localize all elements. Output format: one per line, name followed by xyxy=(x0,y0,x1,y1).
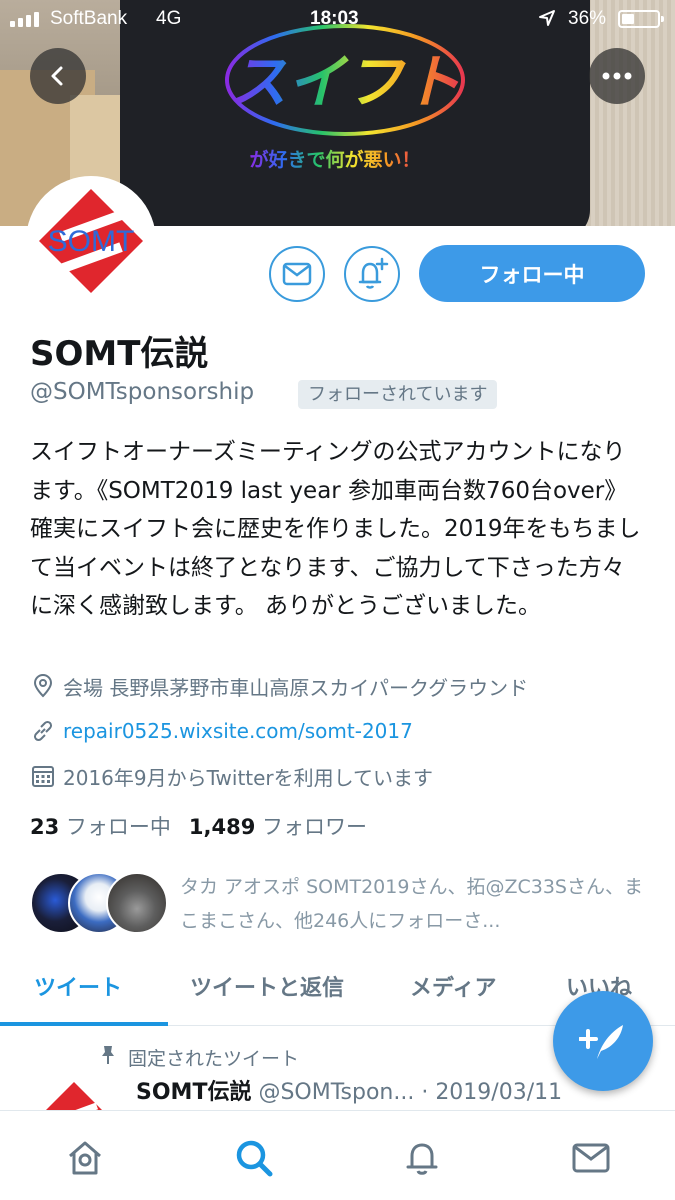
bottom-navigation xyxy=(0,1110,675,1200)
active-tab-indicator xyxy=(0,1022,168,1026)
back-button[interactable] xyxy=(30,48,86,104)
follower-avatars xyxy=(30,872,170,936)
follows-you-badge: フォローされています xyxy=(298,380,498,409)
location-pin-icon xyxy=(30,673,56,699)
display-name: SOMT伝説 xyxy=(30,334,209,374)
followers-you-know[interactable]: タカ アオスポ SOMT2019さん、拓@ZC33Sさん、まこまこさん、他246… xyxy=(30,870,645,940)
tab-tweets[interactable]: ツイート xyxy=(34,970,122,1002)
bell-plus-icon xyxy=(358,257,389,289)
profile-location: 会場 長野県茅野市車山高原スカイパークグラウンド xyxy=(30,671,528,701)
following-stat[interactable]: 23 フォロー中 xyxy=(30,811,171,841)
link-icon xyxy=(30,718,56,744)
search-icon xyxy=(236,1140,273,1177)
pinned-tweet-text: 固定されたツイート xyxy=(128,1048,300,1070)
location-text: 会場 長野県茅野市車山高原スカイパークグラウンド xyxy=(63,675,529,700)
avatar-text: SOMT xyxy=(48,225,135,258)
banner-logo-text: スイフト xyxy=(229,48,461,116)
website-link[interactable]: repair0525.wixsite.com/somt-2017 xyxy=(63,719,413,743)
pin-icon xyxy=(100,1045,116,1070)
followers-you-know-text: タカ アオスポ SOMT2019さん、拓@ZC33Sさん、まこまこさん、他246… xyxy=(180,876,643,932)
mail-icon xyxy=(572,1143,610,1173)
signal-icon xyxy=(10,12,39,27)
tweet-author-handle: @SOMTspon... xyxy=(258,1080,415,1105)
location-arrow-icon xyxy=(539,10,555,26)
more-options-button[interactable] xyxy=(589,48,645,104)
nav-messages[interactable] xyxy=(566,1133,616,1183)
more-horizontal-icon xyxy=(602,72,632,80)
battery-icon xyxy=(618,10,664,28)
home-icon xyxy=(69,1141,101,1175)
following-label: フォロー中 xyxy=(65,815,171,839)
followers-stat[interactable]: 1,489 フォロワー xyxy=(189,811,367,841)
profile-join-date: 2016年9月からTwitterを利用しています xyxy=(30,761,433,791)
profile-avatar[interactable]: SOMT xyxy=(26,176,156,306)
bell-icon xyxy=(406,1143,438,1175)
status-bar: SoftBank 4G 18:03 36% xyxy=(0,0,675,38)
avatar-logo: SOMT xyxy=(31,181,151,301)
nav-home[interactable] xyxy=(60,1133,110,1183)
nav-notifications[interactable] xyxy=(397,1133,447,1183)
join-date-text: 2016年9月からTwitterを利用しています xyxy=(63,765,434,790)
following-count: 23 xyxy=(30,815,60,839)
nav-search[interactable] xyxy=(229,1133,279,1183)
pinned-tweet-label: 固定されたツイート xyxy=(100,1044,299,1071)
tab-tweets-and-replies[interactable]: ツイートと返信 xyxy=(190,970,344,1002)
following-button[interactable]: フォロー中 xyxy=(419,245,645,302)
clock: 18:03 xyxy=(310,8,359,29)
banner-tagline: が好きで何が悪い！ xyxy=(249,148,420,171)
followers-label: フォロワー xyxy=(262,815,368,839)
carrier-label: SoftBank xyxy=(50,8,128,29)
tweet-author-name[interactable]: SOMT伝説 xyxy=(136,1080,251,1105)
avatar xyxy=(106,872,168,934)
compose-tweet-icon xyxy=(579,1025,623,1059)
profile-bio: スイフトオーナーズミーティングの公式アカウントになります。《SOMT2019 l… xyxy=(30,439,641,619)
mail-icon xyxy=(282,262,312,286)
network-label: 4G xyxy=(156,8,182,29)
battery-percent: 36% xyxy=(568,8,607,29)
notifications-toggle-button[interactable] xyxy=(344,246,400,302)
tab-media[interactable]: メディア xyxy=(410,970,496,1002)
tweet-header: SOMT伝説 @SOMTspon... · 2019/03/11 xyxy=(136,1074,636,1106)
follow-stats: 23 フォロー中 1,489 フォロワー xyxy=(30,811,367,841)
chevron-left-icon xyxy=(51,66,63,86)
direct-message-button[interactable] xyxy=(269,246,325,302)
calendar-icon xyxy=(30,763,56,789)
compose-tweet-button[interactable] xyxy=(553,991,653,1091)
user-handle: @SOMTsponsorship xyxy=(30,379,255,405)
tweet-date: · 2019/03/11 xyxy=(421,1080,563,1105)
followers-count: 1,489 xyxy=(188,815,256,839)
profile-website: repair0525.wixsite.com/somt-2017 xyxy=(30,716,413,746)
